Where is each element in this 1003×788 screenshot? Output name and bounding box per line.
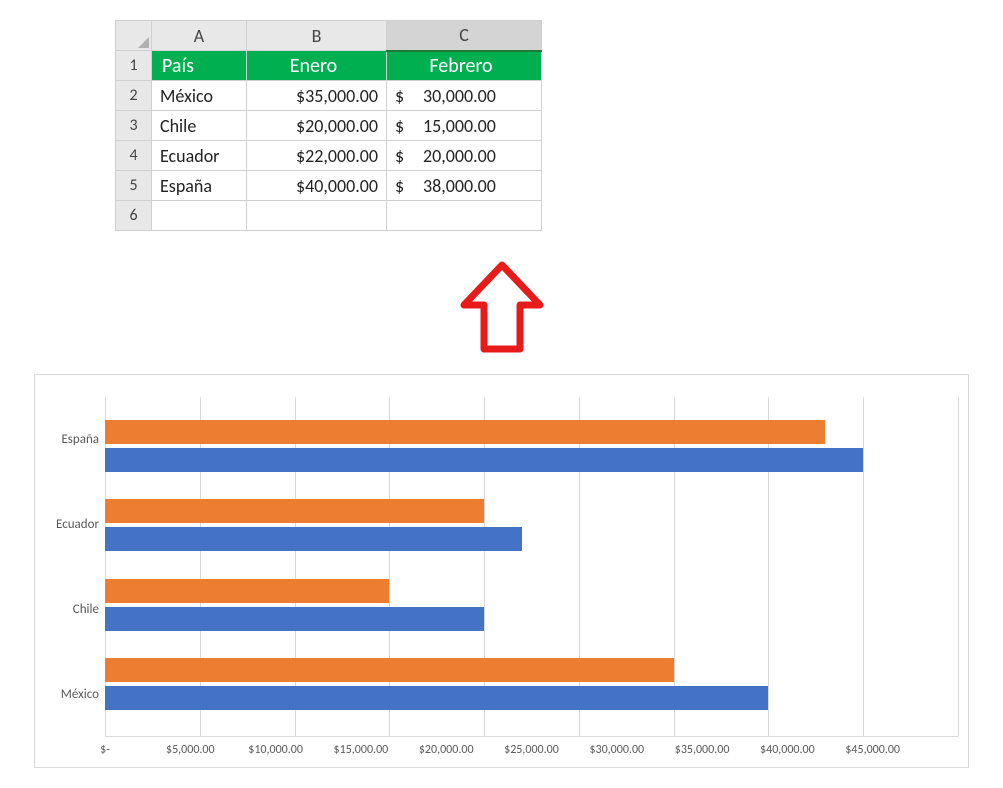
cell-value: 38,000.00 xyxy=(413,175,496,197)
chart-bar xyxy=(105,658,674,682)
arrow-up-icon xyxy=(452,259,552,359)
arrow-container xyxy=(20,259,983,364)
chart-x-tick: $45,000.00 xyxy=(830,743,915,757)
chart-bar xyxy=(105,420,825,444)
chart-x-tick: $40,000.00 xyxy=(745,743,830,757)
column-header-a[interactable]: A xyxy=(152,21,247,51)
chart-x-tick: $25,000.00 xyxy=(489,743,574,757)
cell-a6[interactable] xyxy=(152,201,247,231)
row-header-6[interactable]: 6 xyxy=(116,201,152,231)
row-header-3[interactable]: 3 xyxy=(116,111,152,141)
cell-value: 15,000.00 xyxy=(413,115,496,137)
chart-bar xyxy=(105,579,389,603)
cell-b4[interactable]: $22,000.00 xyxy=(247,141,387,171)
chart-x-tick: $35,000.00 xyxy=(659,743,744,757)
cell-c4[interactable]: $20,000.00 xyxy=(387,141,542,171)
chart-x-axis: $-$5,000.00$10,000.00$15,000.00$20,000.0… xyxy=(105,737,958,757)
cell-a4[interactable]: Ecuador xyxy=(152,141,247,171)
chart-x-tick: $- xyxy=(62,743,147,757)
chart-bar-group xyxy=(105,420,958,476)
cell-c5[interactable]: $38,000.00 xyxy=(387,171,542,201)
cell-a3[interactable]: Chile xyxy=(152,111,247,141)
chart-y-axis: EspañaEcuadorChileMéxico xyxy=(45,397,105,737)
cell-c1[interactable]: Febrero xyxy=(387,51,542,81)
currency-symbol: $ xyxy=(395,85,413,107)
cell-b6[interactable] xyxy=(247,201,387,231)
cell-value: 30,000.00 xyxy=(413,85,496,107)
chart-bar xyxy=(105,686,768,710)
row-header-4[interactable]: 4 xyxy=(116,141,152,171)
chart-gridline xyxy=(958,397,959,736)
chart-y-label: México xyxy=(45,652,99,737)
chart-y-label: Ecuador xyxy=(45,482,99,567)
cell-a2[interactable]: México xyxy=(152,81,247,111)
cell-c3[interactable]: $15,000.00 xyxy=(387,111,542,141)
cell-value: 20,000.00 xyxy=(413,145,496,167)
spreadsheet: A B C 1 País Enero Febrero 2 México $35,… xyxy=(115,20,983,231)
cell-a1[interactable]: País xyxy=(152,51,247,81)
cell-b3[interactable]: $20,000.00 xyxy=(247,111,387,141)
chart-bar xyxy=(105,607,484,631)
chart-x-tick: $15,000.00 xyxy=(318,743,403,757)
column-header-c[interactable]: C xyxy=(387,21,542,51)
cell-b1[interactable]: Enero xyxy=(247,51,387,81)
chart-bar-group xyxy=(105,499,958,555)
cell-c6[interactable] xyxy=(387,201,542,231)
chart-x-tick: $20,000.00 xyxy=(404,743,489,757)
cell-b2[interactable]: $35,000.00 xyxy=(247,81,387,111)
chart-x-tick: $30,000.00 xyxy=(574,743,659,757)
chart-x-tick: $10,000.00 xyxy=(233,743,318,757)
chart-bar xyxy=(105,448,863,472)
spreadsheet-table: A B C 1 País Enero Febrero 2 México $35,… xyxy=(115,20,542,231)
chart-bar-group xyxy=(105,579,958,635)
chart-plot-area xyxy=(105,397,958,737)
chart-y-label: España xyxy=(45,397,99,482)
cell-a5[interactable]: España xyxy=(152,171,247,201)
column-header-b[interactable]: B xyxy=(247,21,387,51)
row-header-1[interactable]: 1 xyxy=(116,51,152,81)
chart-bar-group xyxy=(105,658,958,714)
row-header-2[interactable]: 2 xyxy=(116,81,152,111)
chart-bar xyxy=(105,499,484,523)
row-header-5[interactable]: 5 xyxy=(116,171,152,201)
chart-bar xyxy=(105,527,522,551)
chart-x-tick: $5,000.00 xyxy=(148,743,233,757)
bar-chart: EspañaEcuadorChileMéxico $-$5,000.00$10,… xyxy=(34,374,969,768)
select-all-corner[interactable] xyxy=(116,21,152,51)
cell-c2[interactable]: $30,000.00 xyxy=(387,81,542,111)
currency-symbol: $ xyxy=(395,145,413,167)
currency-symbol: $ xyxy=(395,175,413,197)
cell-b5[interactable]: $40,000.00 xyxy=(247,171,387,201)
chart-y-label: Chile xyxy=(45,567,99,652)
currency-symbol: $ xyxy=(395,115,413,137)
